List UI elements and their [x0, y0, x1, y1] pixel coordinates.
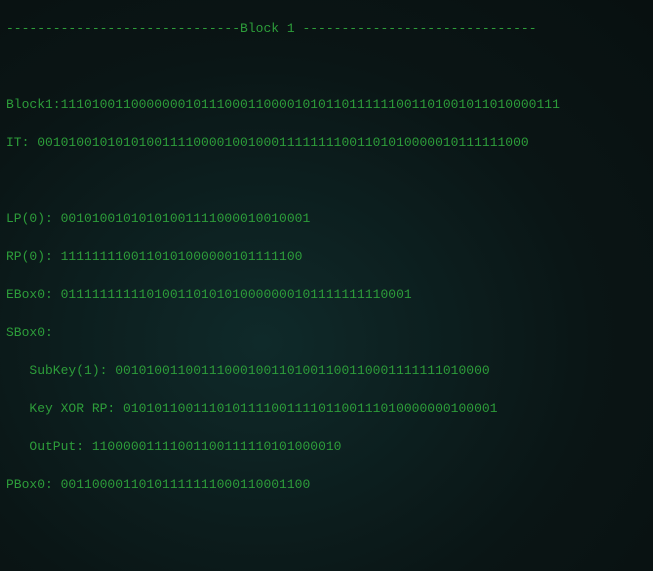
keyxor0-line: Key XOR RP: 0101011001110101111001111011…: [6, 399, 647, 418]
sbox0-line: SBox0:: [6, 323, 647, 342]
rp-label: RP(0):: [6, 249, 61, 264]
terminal-output: ------------------------------Block 1 --…: [0, 0, 653, 571]
ebox-label: EBox0:: [6, 287, 61, 302]
header-suffix: ------------------------------: [295, 21, 537, 36]
blank-line: [6, 171, 647, 190]
pbox-value: 00110000110101111111000110001100: [61, 477, 311, 492]
lp-label: LP(0):: [6, 211, 61, 226]
output0-line: OutPut: 11000001111001100111110101000010: [6, 437, 647, 456]
subkey-label: SubKey(1):: [6, 363, 115, 378]
header-title: Block 1: [240, 21, 295, 36]
pbox-label: PBox0:: [6, 477, 61, 492]
output-value: 11000001111001100111110101000010: [92, 439, 342, 454]
blank-line: [6, 513, 647, 532]
rp0-line: RP(0): 1111111100110101000000101111100: [6, 247, 647, 266]
block1-value: 1110100110000000101110001100001010110111…: [61, 97, 560, 112]
block1-line: Block1:111010011000000010111000110000101…: [6, 95, 647, 114]
lp-value: 00101001010101001111000010010001: [61, 211, 311, 226]
keyxor-label: Key XOR RP:: [6, 401, 123, 416]
output-label: OutPut:: [6, 439, 92, 454]
header-prefix: ------------------------------: [6, 21, 240, 36]
it-label: IT:: [6, 135, 37, 150]
block1-label: Block1:: [6, 97, 61, 112]
block-header: ------------------------------Block 1 --…: [6, 19, 647, 38]
subkey1-line: SubKey(1): 00101001100111000100110100110…: [6, 361, 647, 380]
lp0-line: LP(0): 00101001010101001111000010010001: [6, 209, 647, 228]
subkey-value: 0010100110011100010011010011001100011111…: [115, 363, 489, 378]
ebox0-line: EBox0: 011111111110100110101010000000101…: [6, 285, 647, 304]
blank-line: [6, 57, 647, 76]
it-line: IT: 001010010101010011110000100100011111…: [6, 133, 647, 152]
rp-value: 1111111100110101000000101111100: [61, 249, 303, 264]
pbox0-line: PBox0: 00110000110101111111000110001100: [6, 475, 647, 494]
blank-line: [6, 551, 647, 570]
keyxor-value: 0101011001110101111001111011001110100000…: [123, 401, 497, 416]
ebox-value: 0111111111101001101010100000001011111111…: [61, 287, 412, 302]
it-value: 0010100101010100111100001001000111111110…: [37, 135, 528, 150]
sbox-label: SBox0:: [6, 325, 53, 340]
